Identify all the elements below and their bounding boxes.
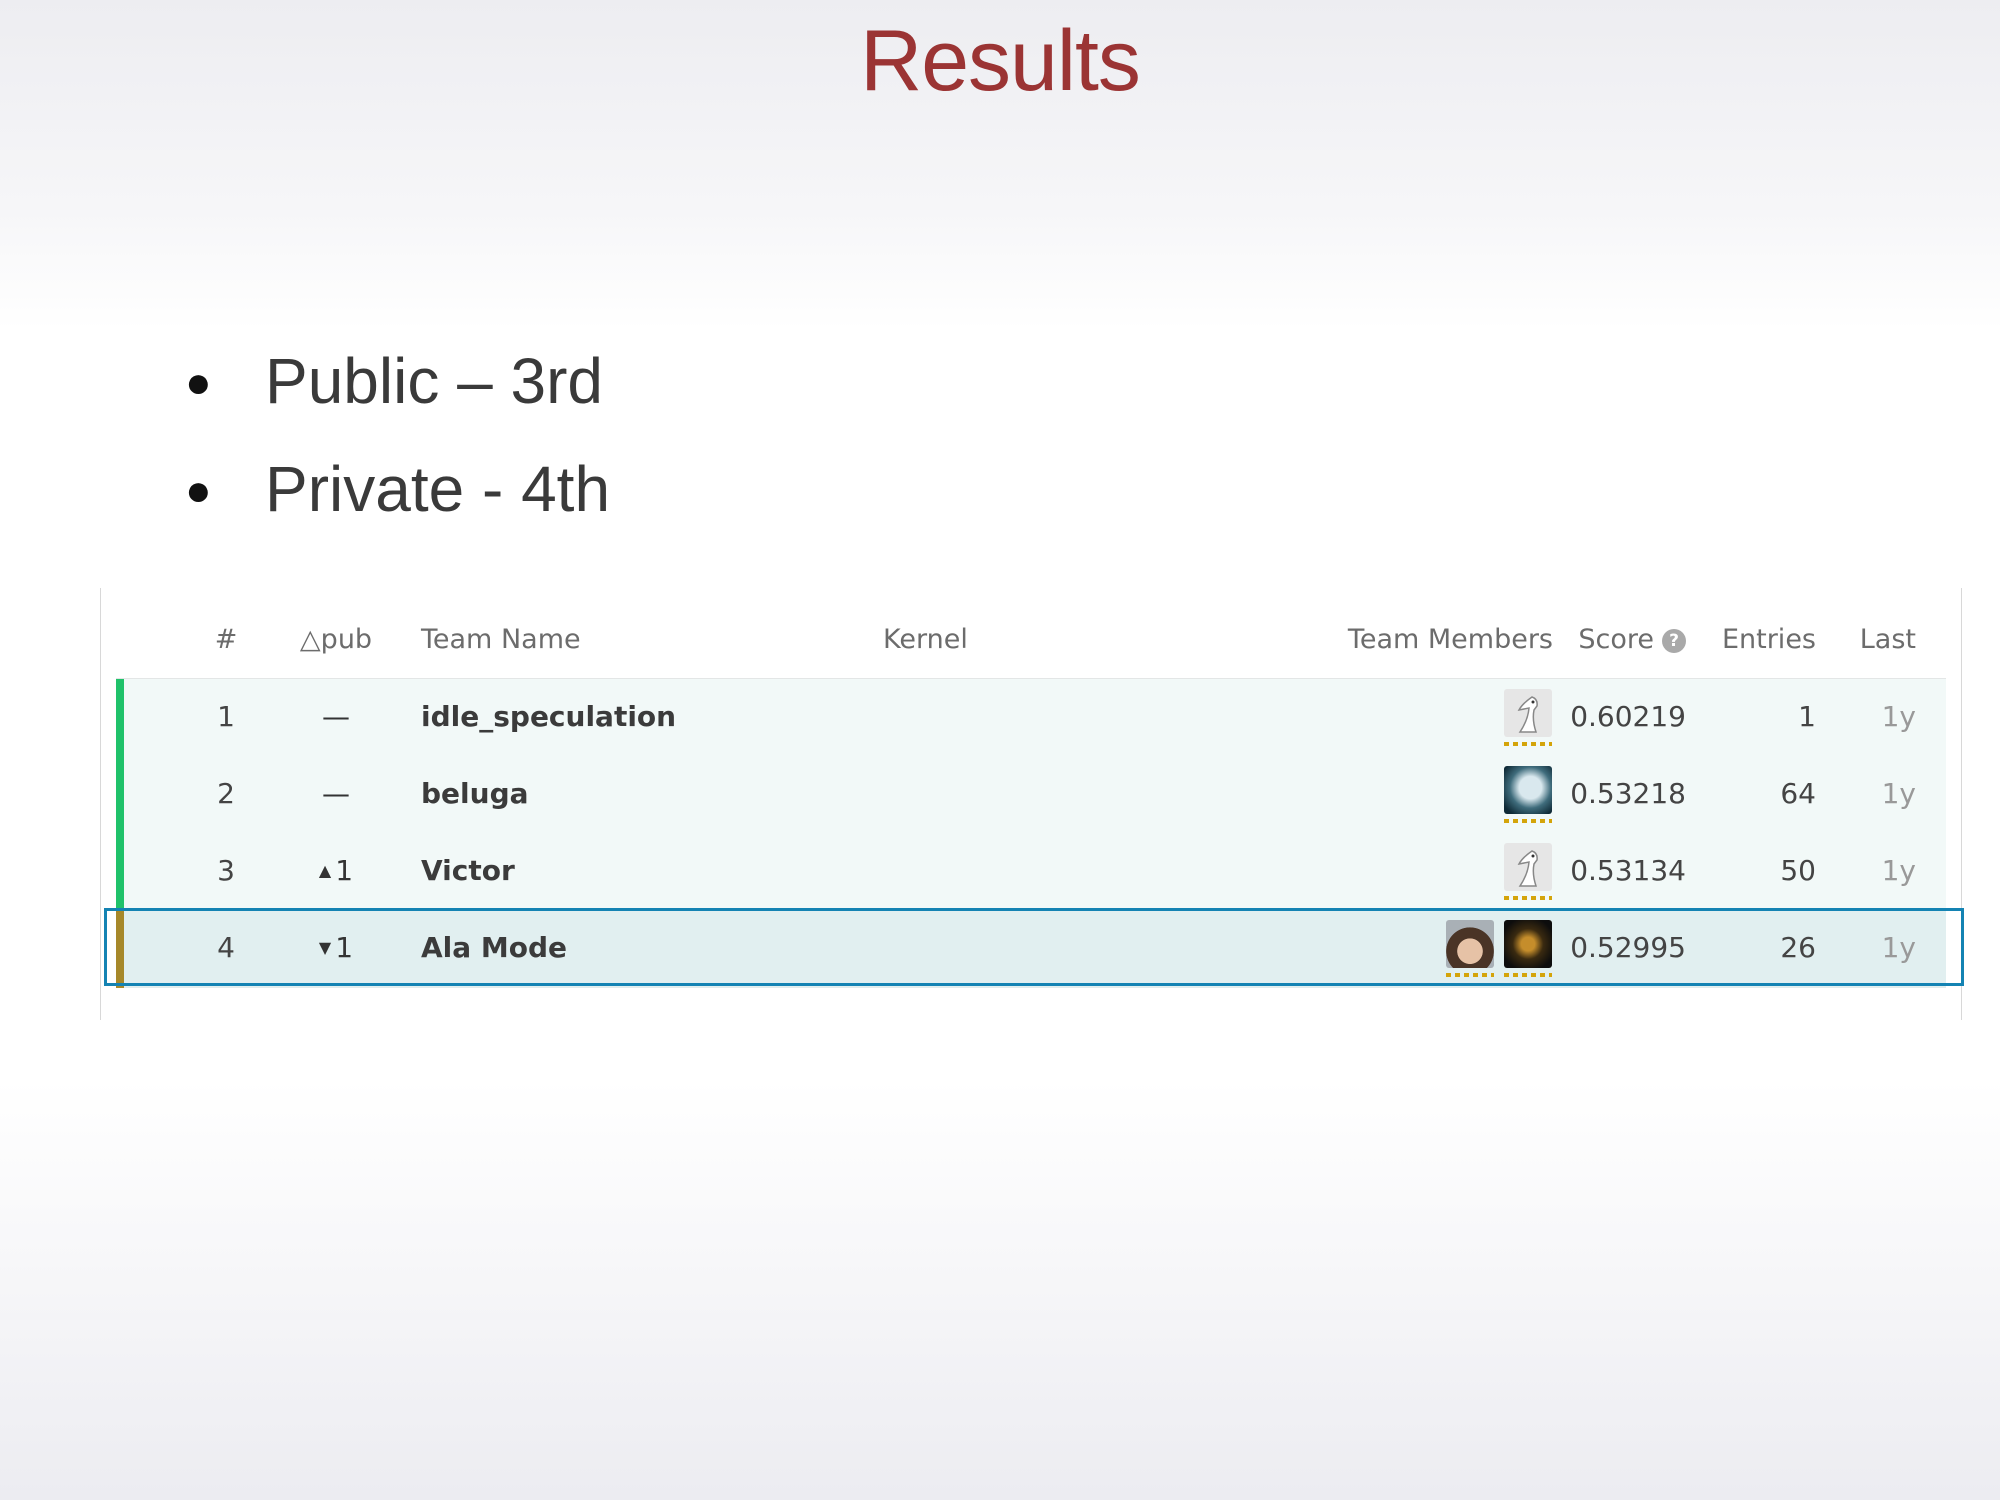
score: 0.53218 [1570, 777, 1686, 810]
last-submission: 1y [1881, 777, 1916, 810]
progression-dots [1446, 973, 1494, 977]
team-name[interactable]: idle_speculation [421, 700, 676, 733]
slide-title: Results [860, 13, 1141, 109]
entries: 26 [1780, 931, 1816, 964]
last-submission: 1y [1881, 854, 1916, 887]
header-score[interactable]: Score? [1516, 624, 1686, 655]
team-name[interactable]: Ala Mode [421, 931, 567, 964]
score: 0.60219 [1570, 700, 1686, 733]
rank: 2 [217, 777, 235, 810]
rank-medal-bar [116, 910, 124, 988]
table-row-highlighted[interactable]: 4 ▼ 1 Ala Mode 0.52995 26 1y [104, 908, 1964, 988]
rank: 1 [217, 700, 235, 733]
table-row[interactable]: 2 — beluga 0.53218 64 1y [116, 756, 1946, 834]
score: 0.52995 [1570, 931, 1686, 964]
header-team-name[interactable]: Team Name [421, 624, 581, 655]
rank: 4 [217, 931, 235, 964]
last-submission: 1y [1881, 700, 1916, 733]
table-row[interactable]: 3 ▲ 1 Victor 0.53134 50 1y [116, 833, 1946, 911]
table-row[interactable]: 1 — idle_speculation 0.60219 1 1y [116, 679, 1946, 757]
header-last[interactable]: Last [1816, 624, 1916, 655]
delta-pub: ▲ 1 [286, 854, 386, 887]
progression-dots [1504, 973, 1552, 977]
entries: 1 [1798, 700, 1816, 733]
down-arrow-icon: ▼ [318, 938, 332, 957]
rank-medal-bar [116, 833, 124, 911]
bullet-text: Public – 3rd [265, 345, 603, 417]
delta-value: 1 [335, 854, 354, 887]
person-avatar[interactable] [1446, 920, 1494, 968]
delta-pub: ▼ 1 [286, 931, 386, 964]
last-submission: 1y [1881, 931, 1916, 964]
leaderboard: # △pub Team Name Kernel Team Members Sco… [100, 588, 1964, 1020]
delta-value: 1 [335, 931, 354, 964]
delta-pub: — [322, 777, 350, 810]
bullet-dot: ● [185, 358, 212, 407]
rank-medal-bar [116, 679, 124, 757]
header-team-members: Team Members [1347, 624, 1553, 655]
header-kernel[interactable]: Kernel [883, 624, 968, 655]
entries: 64 [1780, 777, 1816, 810]
team-name[interactable]: beluga [421, 777, 529, 810]
bullet-dot: ● [185, 466, 212, 515]
team-name[interactable]: Victor [421, 854, 515, 887]
entries: 50 [1780, 854, 1816, 887]
header-delta-pub[interactable]: △pub [286, 624, 386, 655]
help-icon[interactable]: ? [1662, 629, 1686, 653]
header-score-label: Score [1578, 624, 1654, 655]
progression-dots [1504, 819, 1552, 823]
progression-dots [1504, 742, 1552, 746]
bullet-text: Private - 4th [265, 453, 611, 525]
header-rank[interactable]: # [206, 624, 246, 655]
up-arrow-icon: ▲ [318, 861, 332, 880]
leaderboard-header: # △pub Team Name Kernel Team Members Sco… [116, 588, 1946, 680]
delta-pub: — [322, 700, 350, 733]
progression-dots [1504, 896, 1552, 900]
score: 0.53134 [1570, 854, 1686, 887]
rank: 3 [217, 854, 235, 887]
header-entries[interactable]: Entries [1686, 624, 1816, 655]
rank-medal-bar [116, 756, 124, 834]
